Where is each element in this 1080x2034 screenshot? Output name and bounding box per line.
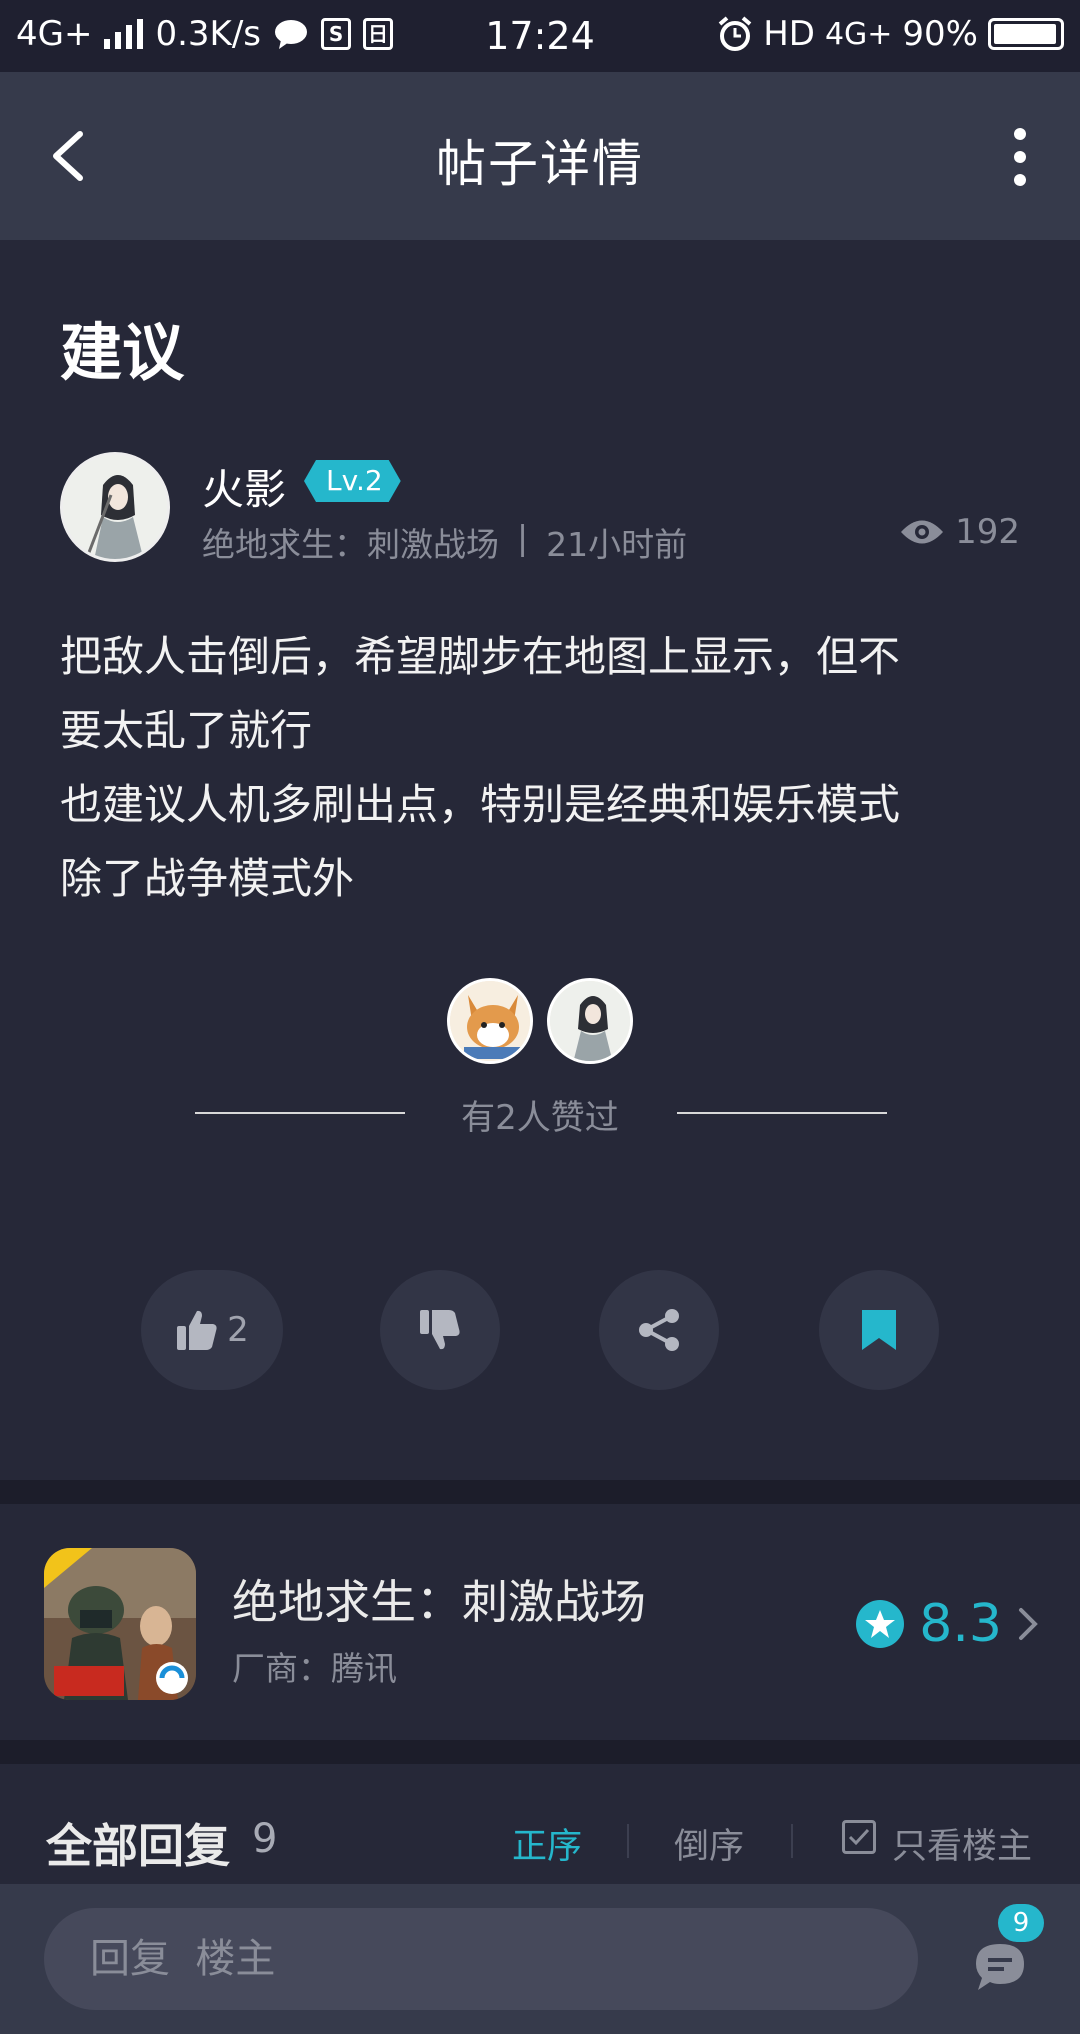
reply-input[interactable] [44,1908,918,2010]
game-icon [44,1548,196,1700]
sort-descending-tab[interactable]: 倒序 [674,1818,744,1869]
only-op-checkbox[interactable] [842,1820,876,1854]
rating-score: 8.3 [919,1594,1002,1654]
replies-header: 全部回复 9 正序 倒序 只看楼主 [0,1764,1080,1884]
content-line: 除了战争模式外 [60,854,355,903]
post-meta: 绝地求生：刺激战场 | 21小时前 [202,518,687,566]
eye-icon [901,520,944,544]
bookmark-button[interactable] [819,1270,939,1390]
post-time: 21小时前 [546,525,688,564]
share-icon [639,1309,679,1351]
more-options-icon[interactable] [1000,122,1040,192]
status-bar: 4G+ 0.3K/s S 日 17:24 HD 4G+ 90% [0,0,1080,72]
post-title: 建议 [60,316,185,389]
liked-summary: 有2人赞过 [0,1090,1080,1140]
game-card[interactable]: 绝地求生：刺激战场 厂商：腾讯 8.3 [0,1504,1080,1740]
app-header: 帖子详情 [0,72,1080,240]
game-name: 绝地求生：刺激战场 [232,1575,646,1629]
post-content: 把敌人击倒后，希望脚步在地图上显示，但不 要太乱了就行 也建议人机多刷出点，特别… [60,620,1030,916]
section-divider [0,1740,1080,1764]
thumbs-down-icon [420,1310,460,1350]
content-line: 也建议人机多刷出点，特别是经典和娱乐模式 [60,780,901,829]
liker-avatar-image [550,981,630,1061]
battery-percent: 90% [902,14,978,54]
alarm-icon [718,16,752,51]
post-game[interactable]: 绝地求生：刺激战场 [202,518,499,566]
share-button[interactable] [599,1270,719,1390]
content-line: 要太乱了就行 [60,706,313,755]
check-icon [848,1828,870,1846]
page-title: 帖子详情 [436,135,644,193]
view-count-value: 192 [955,512,1020,552]
only-op-label[interactable]: 只看楼主 [892,1818,1032,1869]
like-button[interactable]: 2 [141,1270,283,1390]
liker-avatar[interactable] [547,978,633,1064]
replies-count: 9 [252,1816,278,1862]
comments-icon[interactable] [970,1936,1030,1996]
game-vendor: 厂商：腾讯 [232,1649,397,1688]
author-name[interactable]: 火影 [202,456,286,517]
comment-count-badge: 9 [998,1904,1044,1942]
meta-separator: | [517,518,529,557]
bookmark-icon [862,1310,896,1350]
post-actions: 2 [0,1270,1080,1390]
sort-divider [627,1824,629,1858]
author-avatar[interactable] [60,452,170,562]
likers-avatars[interactable] [0,978,1080,1064]
star-icon [856,1600,905,1648]
avatar-image [63,455,167,559]
like-count: 2 [227,1310,249,1350]
liked-count-text: 有2人赞过 [461,1098,619,1138]
replies-title: 全部回复 [46,1819,230,1873]
liker-avatar[interactable] [447,978,533,1064]
battery-icon [988,18,1064,50]
hd-indicator: HD [763,14,815,54]
shiba-avatar-image [450,981,530,1061]
section-divider [0,1480,1080,1504]
sort-ascending-tab[interactable]: 正序 [512,1818,582,1869]
level-badge: Lv.2 [304,460,401,502]
game-rating: 8.3 [855,1594,1040,1654]
dislike-button[interactable] [380,1270,500,1390]
view-count: 192 [899,512,1020,552]
divider-line [677,1112,887,1114]
status-right: HD 4G+ 90% [717,14,1064,54]
sort-divider [791,1824,793,1858]
content-line: 把敌人击倒后，希望脚步在地图上显示，但不 [60,632,901,681]
network-type-2: 4G+ [824,16,893,52]
chevron-right-icon [1019,1608,1038,1640]
pubg-icon [44,1548,196,1700]
reply-bar: 9 [0,1884,1080,2034]
thumbs-up-icon [177,1310,217,1350]
